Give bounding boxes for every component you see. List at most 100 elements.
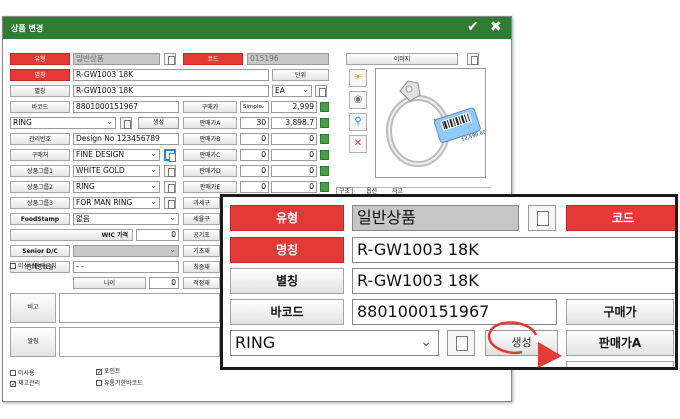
zoom-barcode-label: 바코드 <box>230 299 344 325</box>
stock-manage-checkbox[interactable]: ✓ 재고관리 <box>10 380 40 388</box>
sell-price-b-label: 판매가B <box>183 133 237 145</box>
expiry-barcode-label: 유통기한바코드 <box>104 380 143 387</box>
public-label: 공기포 <box>183 229 220 241</box>
sell-price-d-calc-button[interactable] <box>320 166 329 176</box>
stock-manage-label: 재고관리 <box>18 380 41 387</box>
sell-price-a-input[interactable]: 3,898.7 <box>271 117 317 129</box>
foodstamp-label: FoodStamp <box>10 213 70 225</box>
image-delete-icon[interactable]: ✕ <box>349 135 367 153</box>
foodstamp-select[interactable]: 없음 <box>73 213 179 225</box>
click-arrow-icon <box>538 342 562 367</box>
close-icon[interactable]: ✖ <box>490 19 502 35</box>
product-group3-select[interactable]: FOR MAN RING <box>73 197 160 209</box>
image-scan-icon[interactable]: ◉ <box>349 91 367 109</box>
ring-image: $2,898.60 <box>386 80 487 167</box>
unit-select[interactable]: EA <box>272 85 312 97</box>
point-label: 포인트 <box>104 368 121 375</box>
sell-price-e-input[interactable]: 0 <box>271 181 317 193</box>
management-no-input[interactable]: Design No 123456789 <box>73 133 179 145</box>
zoom-code-label: 코드 <box>566 205 675 231</box>
sell-price-a-qty[interactable]: 30 <box>240 117 269 129</box>
name-input[interactable]: R-GW1003 18K <box>73 69 269 81</box>
proper-stock-label: 적정재 <box>183 277 220 289</box>
unused-label: 미사용 <box>18 370 35 377</box>
senior-dc-select[interactable] <box>73 245 179 257</box>
tax-rate-label: 세율구 <box>183 213 220 225</box>
note-label: 비고 <box>10 293 56 323</box>
zoom-sell-price-a-label: 판매가A <box>566 330 674 356</box>
product-group1-select[interactable]: WHITE GOLD <box>73 165 160 177</box>
product-group1-doc-icon[interactable] <box>164 165 176 177</box>
management-no-label: 관리번호 <box>10 133 70 145</box>
wic-price-input[interactable]: 0 <box>136 229 179 241</box>
purchase-price-calc-button[interactable] <box>320 102 329 112</box>
sell-price-d-qty[interactable]: 0 <box>240 165 269 177</box>
zoom-type-field[interactable]: 일반상품 <box>352 205 519 231</box>
zoom-category-doc-icon[interactable] <box>447 330 475 356</box>
point-checkbox[interactable]: ✓ 포인트 <box>96 368 121 376</box>
confirm-icon[interactable]: ✔ <box>467 19 479 35</box>
zoom-alias-label: 별칭 <box>230 268 344 294</box>
type-field[interactable]: 일반상품 <box>73 53 160 65</box>
purchase-price-input[interactable]: 2,999 <box>271 101 317 113</box>
supplier-doc-icon[interactable] <box>164 149 176 162</box>
zoom-type-label: 유형 <box>230 205 344 231</box>
sale-end-date-input[interactable]: - - <box>73 261 179 273</box>
product-group1-label: 상품그룹1 <box>10 165 70 177</box>
product-group2-doc-icon[interactable] <box>164 181 176 193</box>
purchase-mode-select[interactable]: Simple <box>240 101 269 113</box>
supplier-select[interactable]: FINE DESIGN <box>73 149 160 161</box>
unit-doc-icon[interactable] <box>315 85 327 97</box>
alias-label: 별칭 <box>10 85 70 97</box>
type-doc-icon[interactable] <box>164 53 176 65</box>
tab-divider <box>336 187 491 188</box>
age-input[interactable]: 0 <box>149 277 179 289</box>
note-textarea[interactable] <box>59 293 220 323</box>
sell-price-e-calc-button[interactable] <box>320 182 329 192</box>
sell-price-a-calc-button[interactable] <box>320 118 329 128</box>
generate-barcode-button[interactable]: 생성 <box>138 117 179 129</box>
tax-type-label: 과세구 <box>183 197 220 209</box>
sell-price-a-label: 판매가A <box>183 117 237 129</box>
sell-price-b-calc-button[interactable] <box>320 134 329 144</box>
sell-price-c-qty[interactable]: 0 <box>240 149 269 161</box>
zoom-alias-input[interactable]: R-GW1003 18K <box>352 268 675 294</box>
purchase-price-label: 구매가 <box>183 101 237 113</box>
sell-price-b-qty[interactable]: 0 <box>240 133 269 145</box>
product-image-frame: $2,898.60 <box>375 68 487 178</box>
unused-checkbox[interactable]: 미사용 <box>10 370 35 378</box>
chevron-down-icon: ⌄ <box>420 334 432 350</box>
dialog-title-bar: 상품 변경 ✔ ✖ <box>3 17 511 39</box>
sell-price-d-input[interactable]: 0 <box>271 165 317 177</box>
zoom-callout-panel: 유형 일반상품 코드 명칭 R-GW1003 18K 별칭 R-GW1003 1… <box>220 194 678 370</box>
code-field[interactable]: 015196 <box>247 53 329 65</box>
zoom-category-select[interactable]: RING ⌄ <box>230 330 439 356</box>
click-annotation <box>487 321 562 367</box>
barcode-input[interactable]: 8801000151967 <box>73 101 179 113</box>
type-label: 유형 <box>10 53 70 65</box>
zoom-next-label <box>566 361 674 367</box>
zoom-name-input[interactable]: R-GW1003 18K <box>352 237 675 263</box>
category-doc-icon[interactable] <box>120 117 132 129</box>
product-group2-select[interactable]: RING <box>73 181 160 193</box>
zoom-type-doc-icon[interactable] <box>528 205 556 231</box>
sell-price-c-calc-button[interactable] <box>320 150 329 160</box>
sell-price-e-qty[interactable]: 0 <box>240 181 269 193</box>
minor-prohibit-checkbox[interactable]: 미성년판매금지 <box>10 263 57 271</box>
image-load-icon[interactable]: ☀ <box>349 69 367 87</box>
final-stock-label: 최종재 <box>183 261 220 273</box>
image-zoom-icon[interactable]: ⚲ <box>349 113 367 131</box>
alias-input[interactable]: R-GW1003 18K <box>73 85 269 97</box>
minor-prohibit-label: 미성년판매금지 <box>18 263 57 270</box>
barcode-label: 바코드 <box>10 101 70 113</box>
image-doc-icon[interactable] <box>467 53 479 65</box>
category-select[interactable]: RING <box>10 117 116 129</box>
sell-price-c-input[interactable]: 0 <box>271 149 317 161</box>
zoom-purchase-price-label: 구매가 <box>566 299 674 325</box>
zoom-name-label: 명칭 <box>230 237 344 263</box>
alarm-textarea[interactable] <box>59 327 220 357</box>
expiry-barcode-checkbox[interactable]: 유통기한바코드 <box>96 380 143 388</box>
sell-price-b-input[interactable]: 0 <box>271 133 317 145</box>
product-group3-doc-icon[interactable] <box>164 197 176 209</box>
image-title-label: 이미지 <box>346 53 458 65</box>
